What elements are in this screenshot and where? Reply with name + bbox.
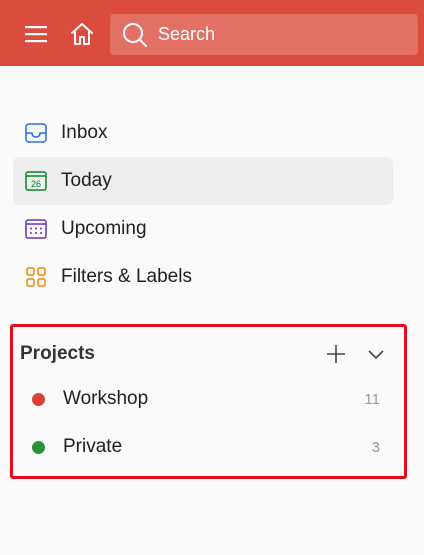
plus-icon (327, 345, 345, 363)
calendar-today-icon: 26 (23, 168, 49, 194)
project-item-workshop[interactable]: Workshop 11 (13, 377, 404, 421)
sidebar-item-label: Upcoming (61, 218, 147, 239)
sidebar-item-label: Inbox (61, 122, 108, 143)
project-color-dot (32, 392, 45, 406)
projects-header[interactable]: Projects (13, 339, 404, 369)
home-button[interactable] (62, 14, 102, 54)
filters-grid-icon (23, 264, 49, 290)
home-icon (71, 23, 93, 45)
sidebar-item-today[interactable]: 26 Today (13, 157, 393, 205)
today-day-number: 26 (31, 179, 41, 189)
top-bar (0, 0, 424, 66)
projects-section: Projects Workshop 11 Private 3 (10, 324, 407, 479)
project-item-private[interactable]: Private 3 (13, 425, 404, 469)
sidebar-item-label: Filters & Labels (61, 266, 192, 287)
project-task-count: 3 (371, 438, 380, 456)
projects-title: Projects (20, 343, 95, 364)
sidebar-item-label: Today (61, 170, 112, 191)
sidebar-nav: Inbox 26 Today Upcoming Filters & Labels (13, 109, 393, 301)
chevron-down-icon (368, 350, 384, 360)
project-name: Workshop (63, 388, 149, 409)
hamburger-menu-icon (25, 26, 47, 43)
hamburger-menu-button[interactable] (18, 14, 54, 54)
search-icon (120, 20, 150, 50)
sidebar-item-inbox[interactable]: Inbox (13, 109, 393, 157)
project-color-dot (32, 440, 45, 454)
calendar-upcoming-icon (23, 216, 49, 242)
app-window: Inbox 26 Today Upcoming (0, 0, 424, 555)
collapse-projects-button[interactable] (363, 341, 389, 367)
project-task-count: 11 (364, 390, 380, 408)
search-bar[interactable] (110, 14, 418, 55)
sidebar-item-upcoming[interactable]: Upcoming (13, 205, 393, 253)
inbox-icon (23, 120, 49, 146)
add-project-button[interactable] (323, 341, 349, 367)
project-name: Private (63, 436, 123, 457)
search-input[interactable] (158, 24, 398, 45)
sidebar-item-filters-labels[interactable]: Filters & Labels (13, 253, 393, 301)
